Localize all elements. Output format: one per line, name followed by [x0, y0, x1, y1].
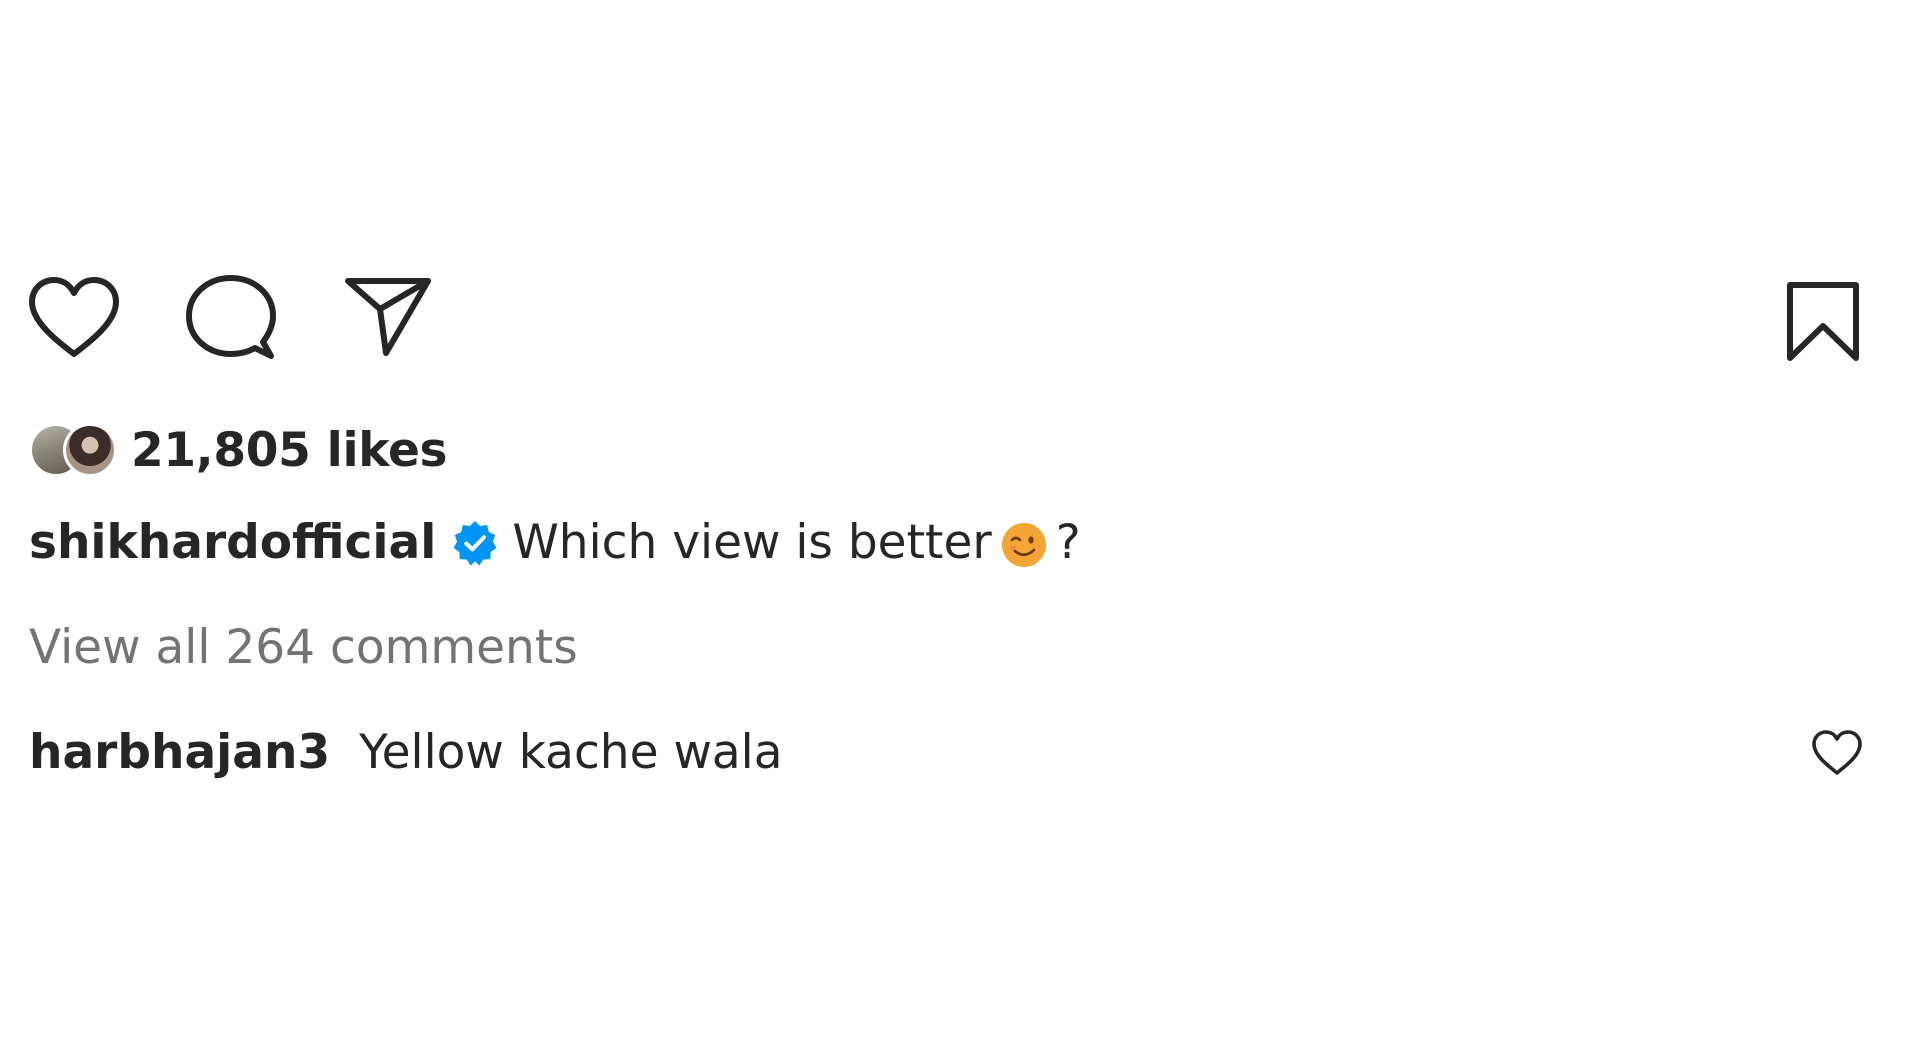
- caption-end-text: ?: [1055, 515, 1081, 570]
- post-action-left-group: [28, 272, 434, 362]
- comment-icon[interactable]: [185, 272, 277, 362]
- heart-icon[interactable]: [28, 275, 120, 359]
- winking-face-icon: [1000, 521, 1048, 569]
- comment-like-heart-icon[interactable]: [1811, 729, 1863, 781]
- bookmark-icon[interactable]: [1784, 280, 1862, 364]
- liker-avatar[interactable]: [63, 423, 117, 477]
- share-icon[interactable]: [342, 275, 434, 359]
- caption-username[interactable]: shikhardofficial: [29, 515, 436, 570]
- liker-avatars: [29, 421, 119, 479]
- post-caption: shikhardofficial Which view is better ?: [29, 515, 1081, 570]
- comment-body: Yellow kache wala: [359, 725, 783, 780]
- post-action-bar: [28, 272, 1862, 364]
- likes-count[interactable]: 21,805 likes: [131, 423, 448, 478]
- comment-item: harbhajan3 Yellow kache wala: [29, 725, 1863, 789]
- likes-row: 21,805 likes: [29, 420, 448, 480]
- verified-badge-icon: [452, 520, 498, 566]
- caption-text: Which view is better: [512, 515, 992, 570]
- comment-text-line: harbhajan3 Yellow kache wala: [29, 725, 783, 780]
- view-all-comments-link[interactable]: View all 264 comments: [29, 620, 578, 675]
- comment-username[interactable]: harbhajan3: [29, 725, 330, 780]
